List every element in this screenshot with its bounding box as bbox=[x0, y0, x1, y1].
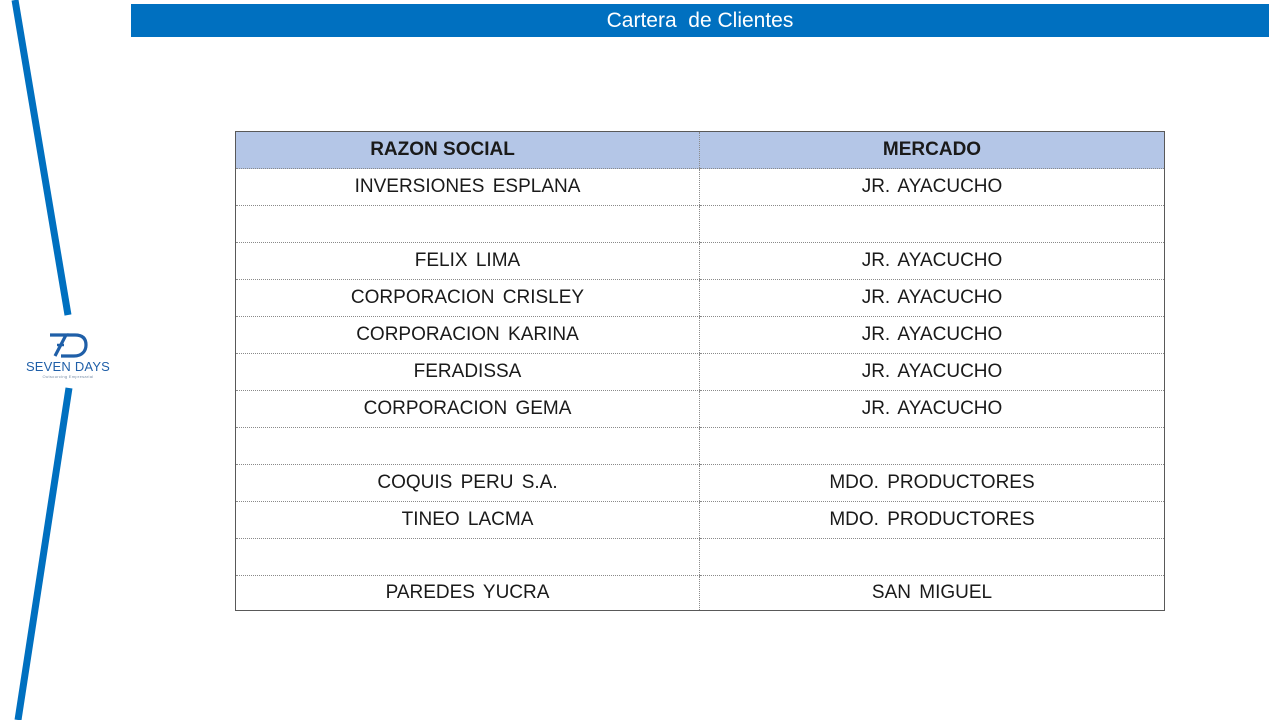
cell-razon-social: CORPORACION GEMA bbox=[235, 390, 700, 428]
cell-razon-social: COQUIS PERU S.A. bbox=[235, 464, 700, 502]
table-row: COQUIS PERU S.A. MDO. PRODUCTORES bbox=[235, 464, 1165, 502]
table-row: TINEO LACMA MDO. PRODUCTORES bbox=[235, 501, 1165, 539]
cell-mercado: MDO. PRODUCTORES bbox=[699, 501, 1165, 539]
cell-razon-social bbox=[235, 538, 700, 576]
cell-mercado bbox=[699, 205, 1165, 243]
table-row: INVERSIONES ESPLANA JR. AYACUCHO bbox=[235, 168, 1165, 206]
cell-mercado bbox=[699, 427, 1165, 465]
page-title: Cartera de Clientes bbox=[131, 4, 1269, 37]
cell-razon-social: FELIX LIMA bbox=[235, 242, 700, 280]
clients-table: RAZON SOCIAL MERCADO INVERSIONES ESPLANA… bbox=[235, 131, 1165, 611]
cell-mercado: JR. AYACUCHO bbox=[699, 316, 1165, 354]
cell-razon-social bbox=[235, 427, 700, 465]
cell-mercado: SAN MIGUEL bbox=[699, 575, 1165, 611]
cell-mercado: JR. AYACUCHO bbox=[699, 279, 1165, 317]
logo-tagline: Outsourcing Empresarial bbox=[42, 374, 94, 379]
table-row: FERADISSA JR. AYACUCHO bbox=[235, 353, 1165, 391]
cell-mercado: JR. AYACUCHO bbox=[699, 390, 1165, 428]
table-header-row: RAZON SOCIAL MERCADO bbox=[235, 131, 1165, 169]
cell-razon-social: CORPORACION CRISLEY bbox=[235, 279, 700, 317]
table-row: CORPORACION GEMA JR. AYACUCHO bbox=[235, 390, 1165, 428]
column-header-mercado: MERCADO bbox=[699, 131, 1165, 169]
cell-mercado: JR. AYACUCHO bbox=[699, 242, 1165, 280]
cell-mercado: JR. AYACUCHO bbox=[699, 168, 1165, 206]
table-row: CORPORACION KARINA JR. AYACUCHO bbox=[235, 316, 1165, 354]
cell-razon-social bbox=[235, 205, 700, 243]
cell-razon-social: TINEO LACMA bbox=[235, 501, 700, 539]
cell-razon-social: PAREDES YUCRA bbox=[235, 575, 700, 611]
table-row bbox=[235, 538, 1165, 576]
seven-days-logo-icon: 7D bbox=[50, 333, 88, 358]
cell-mercado bbox=[699, 538, 1165, 576]
company-logo: 7D SEVEN DAYS Outsourcing Empresarial bbox=[18, 330, 118, 382]
table-row: CORPORACION CRISLEY JR. AYACUCHO bbox=[235, 279, 1165, 317]
cell-mercado: MDO. PRODUCTORES bbox=[699, 464, 1165, 502]
cell-razon-social: INVERSIONES ESPLANA bbox=[235, 168, 700, 206]
cell-mercado: JR. AYACUCHO bbox=[699, 353, 1165, 391]
cell-razon-social: FERADISSA bbox=[235, 353, 700, 391]
table-row bbox=[235, 427, 1165, 465]
table-row bbox=[235, 205, 1165, 243]
table-row: PAREDES YUCRA SAN MIGUEL bbox=[235, 575, 1165, 611]
column-header-razon-social: RAZON SOCIAL bbox=[235, 131, 700, 169]
table-row: FELIX LIMA JR. AYACUCHO bbox=[235, 242, 1165, 280]
clients-table-body: INVERSIONES ESPLANA JR. AYACUCHO FELIX L… bbox=[235, 168, 1165, 611]
logo-company-name: SEVEN DAYS bbox=[25, 359, 111, 374]
cell-razon-social: CORPORACION KARINA bbox=[235, 316, 700, 354]
